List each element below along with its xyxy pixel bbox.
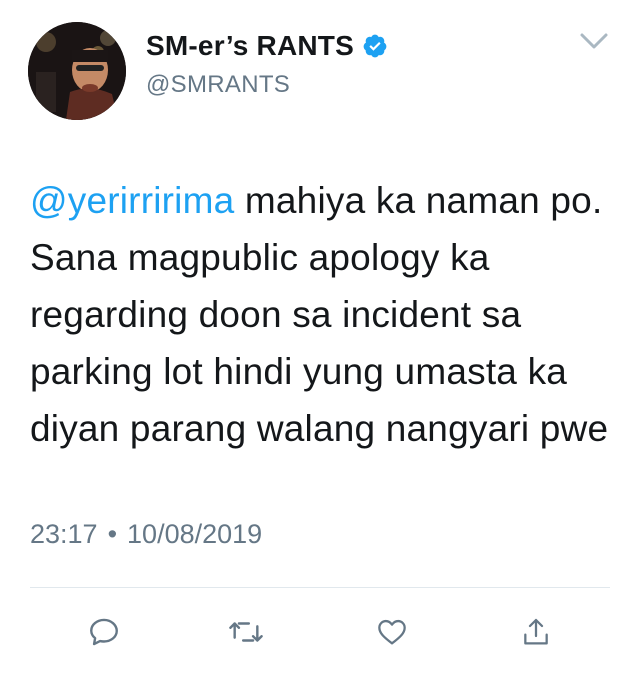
chevron-down-icon[interactable] bbox=[576, 26, 612, 56]
user-handle[interactable]: @SMRANTS bbox=[146, 70, 290, 100]
retweet-button[interactable] bbox=[226, 612, 266, 652]
like-button[interactable] bbox=[372, 612, 412, 652]
divider bbox=[30, 587, 610, 588]
mention-link[interactable]: @yerirririma bbox=[30, 180, 234, 221]
profile-photo bbox=[28, 22, 126, 120]
display-name[interactable]: SM-er’s RANTS bbox=[146, 29, 354, 63]
verified-badge-icon bbox=[362, 33, 388, 59]
tweet-meta: 23:17 • 10/08/2019 bbox=[30, 514, 262, 554]
tweet-card: SM-er’s RANTS @SMRANTS @yerirririma mahi… bbox=[0, 0, 640, 677]
share-icon bbox=[524, 618, 548, 645]
display-name-row: SM-er’s RANTS bbox=[146, 29, 388, 63]
tweet-text: @yerirririma mahiya ka naman po. Sana ma… bbox=[30, 172, 620, 457]
avatar[interactable] bbox=[28, 22, 126, 120]
tweet-date: 10/08/2019 bbox=[127, 519, 263, 549]
heart-icon bbox=[378, 619, 406, 645]
reply-button[interactable] bbox=[84, 612, 124, 652]
meta-separator: • bbox=[107, 519, 118, 549]
tweet-time: 23:17 bbox=[30, 519, 98, 549]
retweet-icon bbox=[229, 622, 263, 642]
share-button[interactable] bbox=[516, 612, 556, 652]
comment-icon bbox=[90, 618, 118, 646]
